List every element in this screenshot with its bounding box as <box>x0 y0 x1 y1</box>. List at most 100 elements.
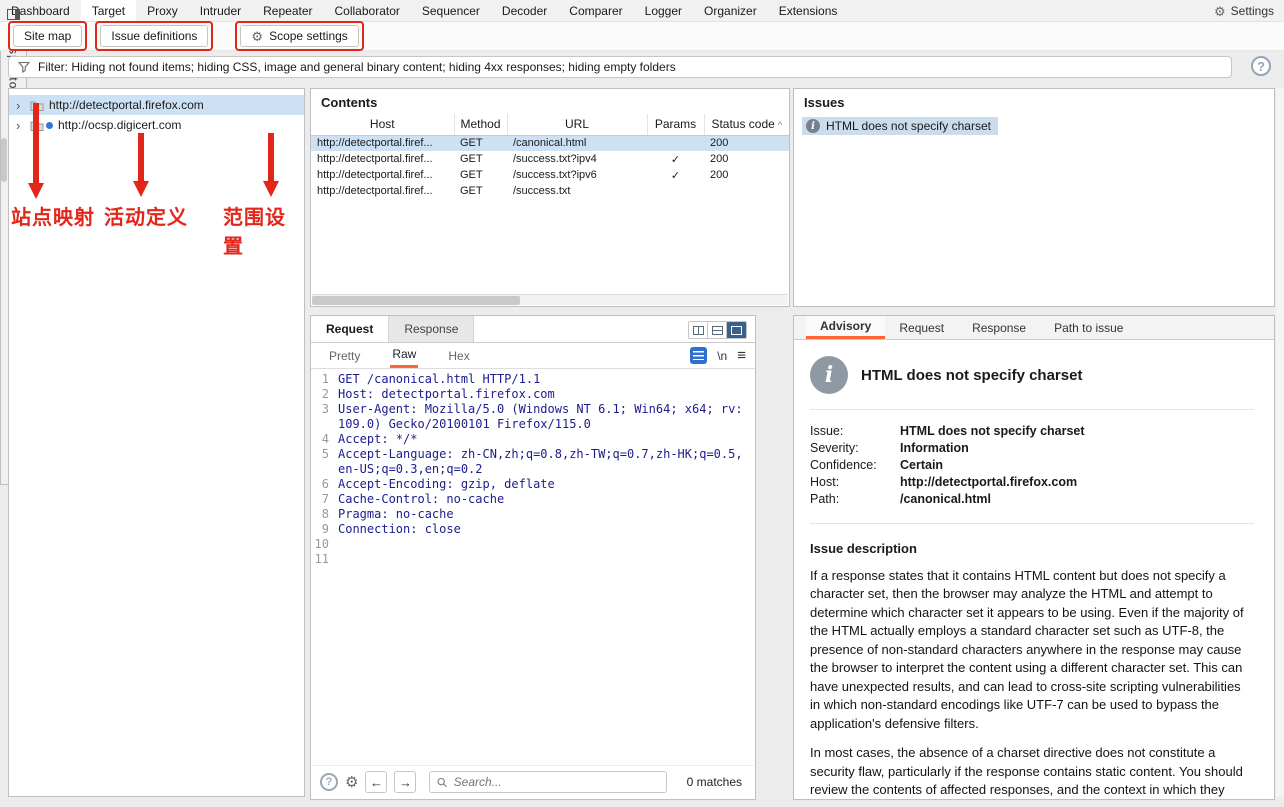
show-newlines-button[interactable]: \n <box>717 349 727 363</box>
request-line: Accept: */* <box>338 432 423 447</box>
search-input[interactable] <box>454 775 660 789</box>
tab-pretty[interactable]: Pretty <box>327 343 362 368</box>
issue-description-paragraph: If a response states that it contains HT… <box>810 567 1254 733</box>
field-value: http://detectportal.firefox.com <box>900 474 1077 491</box>
line-number: 10 <box>312 537 338 552</box>
tab-decoder[interactable]: Decoder <box>491 0 558 21</box>
request-line <box>338 537 344 552</box>
col-header-params[interactable]: Params <box>647 114 704 135</box>
help-icon: ? <box>326 776 333 788</box>
columns-view-icon <box>693 326 704 335</box>
prev-match-button[interactable]: ← <box>365 771 387 793</box>
table-row[interactable]: http://detectportal.firef... GET /succes… <box>311 167 789 183</box>
col-header-method[interactable]: Method <box>454 114 507 135</box>
table-row[interactable]: http://detectportal.firef... GET /succes… <box>311 183 789 199</box>
match-count: 0 matches <box>687 775 746 789</box>
settings-label: Settings <box>1231 4 1274 18</box>
info-icon: i <box>810 356 848 394</box>
tab-collaborator[interactable]: Collaborator <box>324 0 411 21</box>
sort-asc-icon: ^ <box>778 120 782 130</box>
annotation-box-site-map: Site map <box>8 21 87 51</box>
cell-host: http://detectportal.firef... <box>311 167 454 183</box>
arrow-left-icon: ← <box>370 775 383 790</box>
arrow-right-icon: → <box>399 775 412 790</box>
layout-columns-button[interactable] <box>689 322 708 338</box>
editor-settings-button[interactable]: ⚙ <box>345 775 358 790</box>
info-icon: i <box>806 119 820 133</box>
line-number: 5 <box>312 447 338 477</box>
request-raw-view[interactable]: 1GET /canonical.html HTTP/1.1 2Host: det… <box>312 370 754 764</box>
tab-logger[interactable]: Logger <box>634 0 693 21</box>
search-box[interactable] <box>429 771 667 793</box>
tab-raw[interactable]: Raw <box>390 343 418 368</box>
tab-scope-settings-label: Scope settings <box>269 29 348 43</box>
tab-organizer[interactable]: Organizer <box>693 0 768 21</box>
tab-issue-definitions[interactable]: Issue definitions <box>100 25 208 47</box>
tab-repeater[interactable]: Repeater <box>252 0 323 21</box>
tab-proxy[interactable]: Proxy <box>136 0 189 21</box>
field-label: Host: <box>810 474 900 491</box>
contents-panel: Contents Host Method URL Params Status c… <box>310 88 790 307</box>
issue-list-item[interactable]: i HTML does not specify charset <box>802 117 998 135</box>
annotation-label-scope-settings: 范围设置 <box>223 201 304 259</box>
tab-site-map[interactable]: Site map <box>13 25 82 47</box>
vertical-scrollbar[interactable] <box>1276 88 1284 797</box>
sitemap-filter-bar[interactable]: Filter: Hiding not found items; hiding C… <box>8 56 1232 78</box>
site-map-tree-panel: › http://detectportal.firefox.com › http… <box>8 88 305 797</box>
help-button[interactable]: ? <box>320 773 338 791</box>
line-number: 3 <box>312 402 338 432</box>
tab-target[interactable]: Target <box>81 0 136 21</box>
col-header-status[interactable]: Status code ^ <box>704 114 789 135</box>
line-number: 7 <box>312 492 338 507</box>
horizontal-scrollbar[interactable] <box>312 294 788 305</box>
field-value: /canonical.html <box>900 491 991 508</box>
issues-title: Issues <box>794 89 1274 114</box>
tree-item-ocsp[interactable]: › http://ocsp.digicert.com <box>9 115 304 135</box>
settings-button[interactable]: ⚙ Settings <box>1214 0 1274 22</box>
tab-adv-request[interactable]: Request <box>885 316 958 339</box>
table-row[interactable]: http://detectportal.firef... GET /canoni… <box>311 135 789 151</box>
scrollbar-thumb[interactable] <box>1 138 7 182</box>
field-label: Confidence: <box>810 457 900 474</box>
chevron-right-icon[interactable]: › <box>16 99 25 112</box>
search-icon <box>437 777 447 788</box>
tab-advisory[interactable]: Advisory <box>806 316 885 339</box>
message-editor-panel: Request Response Pretty Raw Hex \n ≡ 1GE… <box>310 315 756 800</box>
cell-params <box>647 183 704 199</box>
scrollbar-thumb[interactable] <box>312 296 520 305</box>
tab-intruder[interactable]: Intruder <box>189 0 252 21</box>
tab-sequencer[interactable]: Sequencer <box>411 0 491 21</box>
field-value: Information <box>900 440 969 457</box>
col-header-status-label: Status code <box>711 117 774 131</box>
tab-scope-settings[interactable]: ⚙ Scope settings <box>240 25 358 47</box>
chevron-right-icon[interactable]: › <box>16 119 25 132</box>
hamburger-menu-icon[interactable]: ≡ <box>737 348 746 363</box>
view-mode-tabs: Pretty Raw Hex \n ≡ <box>311 343 755 369</box>
tab-comparer[interactable]: Comparer <box>558 0 633 21</box>
tab-response[interactable]: Response <box>389 316 474 342</box>
tab-adv-response[interactable]: Response <box>958 316 1040 339</box>
tab-path-to-issue[interactable]: Path to issue <box>1040 316 1137 339</box>
cell-status: 200 <box>704 167 789 183</box>
prettify-icon[interactable] <box>690 347 707 364</box>
inspector-panel-icon <box>7 9 20 20</box>
next-match-button[interactable]: → <box>394 771 416 793</box>
col-header-url[interactable]: URL <box>507 114 647 135</box>
tab-request[interactable]: Request <box>311 316 389 342</box>
tab-extensions[interactable]: Extensions <box>768 0 849 21</box>
message-tabs: Request Response <box>311 316 755 343</box>
top-nav-bar: Dashboard Target Proxy Intruder Repeater… <box>0 0 1284 22</box>
help-button[interactable]: ? <box>1251 56 1271 76</box>
layout-buttons <box>688 321 747 339</box>
cell-method: GET <box>454 183 507 199</box>
layout-single-button[interactable] <box>727 322 746 338</box>
gear-icon: ⚙ <box>251 30 263 43</box>
tab-hex[interactable]: Hex <box>446 343 471 368</box>
advisory-content: i HTML does not specify charset Issue:HT… <box>794 340 1274 799</box>
line-number: 2 <box>312 387 338 402</box>
table-row[interactable]: http://detectportal.firef... GET /succes… <box>311 151 789 167</box>
tree-item-label: http://ocsp.digicert.com <box>58 118 181 132</box>
layout-rows-button[interactable] <box>708 322 727 338</box>
col-header-host[interactable]: Host <box>311 114 454 135</box>
tree-item-detectportal[interactable]: › http://detectportal.firefox.com <box>9 95 304 115</box>
